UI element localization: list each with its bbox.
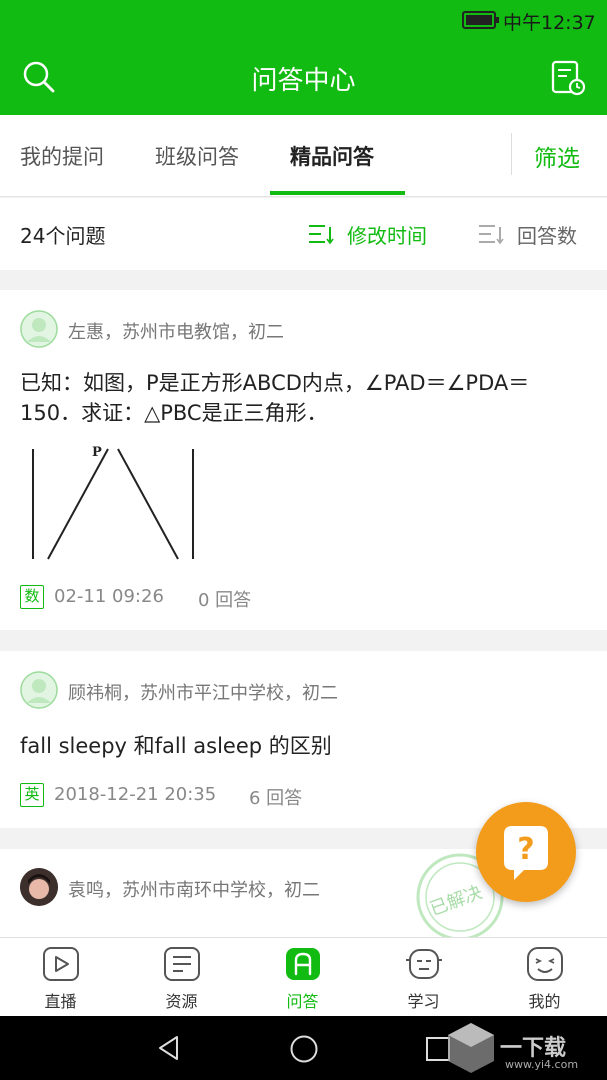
list-header: 24个问题 修改时间 回答数 (0, 198, 607, 270)
tab-divider (511, 133, 512, 175)
status-bar: 中午12:37 (0, 0, 607, 40)
sort-icon (479, 225, 504, 245)
author-meta: 袁鸣，苏州市南环中学校，初二 (68, 880, 320, 901)
avatar (20, 671, 58, 709)
answer-count: 6 回答 (249, 788, 303, 809)
author-meta: 顾祎桐，苏州市平江中学校，初二 (68, 683, 338, 704)
nav-item-resources[interactable]: 资源 (121, 938, 242, 1017)
page-title: 问答中心 (251, 66, 356, 96)
smiley-icon (527, 947, 563, 981)
back-icon[interactable] (155, 1034, 183, 1062)
watermark-logo (448, 1023, 494, 1073)
nav-label: 问答 (286, 992, 319, 1011)
question-text: fall sleepy 和fall asleep 的区别 (20, 734, 332, 758)
question-date: 2018-12-21 20:35 (54, 784, 217, 805)
home-icon[interactable] (289, 1034, 319, 1064)
svg-text:?: ? (517, 832, 534, 867)
avatar (20, 868, 58, 906)
battery-icon (462, 11, 499, 29)
tab-bar: 我的提问 班级问答 精品问答 筛选 (0, 115, 607, 197)
nav-item-study[interactable]: 学习 (363, 938, 484, 1017)
tab-featured-qa[interactable]: 精品问答 (290, 141, 374, 171)
sort-by-modified-time[interactable]: 修改时间 (347, 220, 427, 249)
question-card[interactable]: 左惠，苏州市电教馆，初二 已知：如图，P是正方形ABCD内点，∠PAD＝∠PDA… (0, 290, 607, 630)
sort-icon (309, 225, 334, 245)
nav-label: 直播 (44, 992, 77, 1011)
nav-label: 资源 (165, 992, 198, 1011)
nav-item-live[interactable]: 直播 (0, 938, 121, 1017)
question-text: 已知：如图，P是正方形ABCD内点，∠PAD＝∠PDA＝150．求证：△PBC是… (20, 371, 530, 425)
ask-question-button[interactable]: ? (476, 802, 576, 902)
sort-by-answer-count[interactable]: 回答数 (517, 220, 577, 249)
nav-label: 我的 (528, 992, 561, 1011)
qa-icon (286, 948, 320, 980)
subject-badge: 英 (20, 783, 44, 807)
nav-item-mine[interactable]: 我的 (484, 938, 605, 1017)
nav-item-qa[interactable]: 问答 (242, 938, 363, 1017)
bottom-navigation: 直播 资源 问答 学习 我的 (0, 937, 607, 1016)
tab-underline (270, 191, 405, 195)
nav-label: 学习 (407, 992, 440, 1011)
status-time: 中午12:37 (503, 12, 596, 34)
figure-label: P (92, 446, 102, 460)
subject-badge: 数 (20, 585, 44, 609)
author-meta: 左惠，苏州市电教馆，初二 (68, 322, 284, 343)
history-icon[interactable] (550, 60, 586, 96)
answer-count: 0 回答 (198, 590, 252, 611)
watermark-url: www.yi4.com (505, 1058, 579, 1071)
video-icon (43, 947, 79, 981)
document-icon (164, 947, 200, 981)
filter-button[interactable]: 筛选 (534, 139, 580, 173)
tab-class-qa[interactable]: 班级问答 (155, 141, 239, 171)
question-figure: P (32, 446, 194, 560)
question-date: 02-11 09:26 (54, 586, 164, 607)
help-icon: ? (504, 826, 548, 880)
app-bar: 问答中心 (0, 40, 607, 115)
avatar (20, 310, 58, 348)
question-count: 24个问题 (20, 224, 106, 248)
system-navigation-bar: 一下载 www.yi4.com (0, 1016, 607, 1080)
robot-icon (406, 949, 442, 979)
tab-my-questions[interactable]: 我的提问 (20, 141, 104, 171)
